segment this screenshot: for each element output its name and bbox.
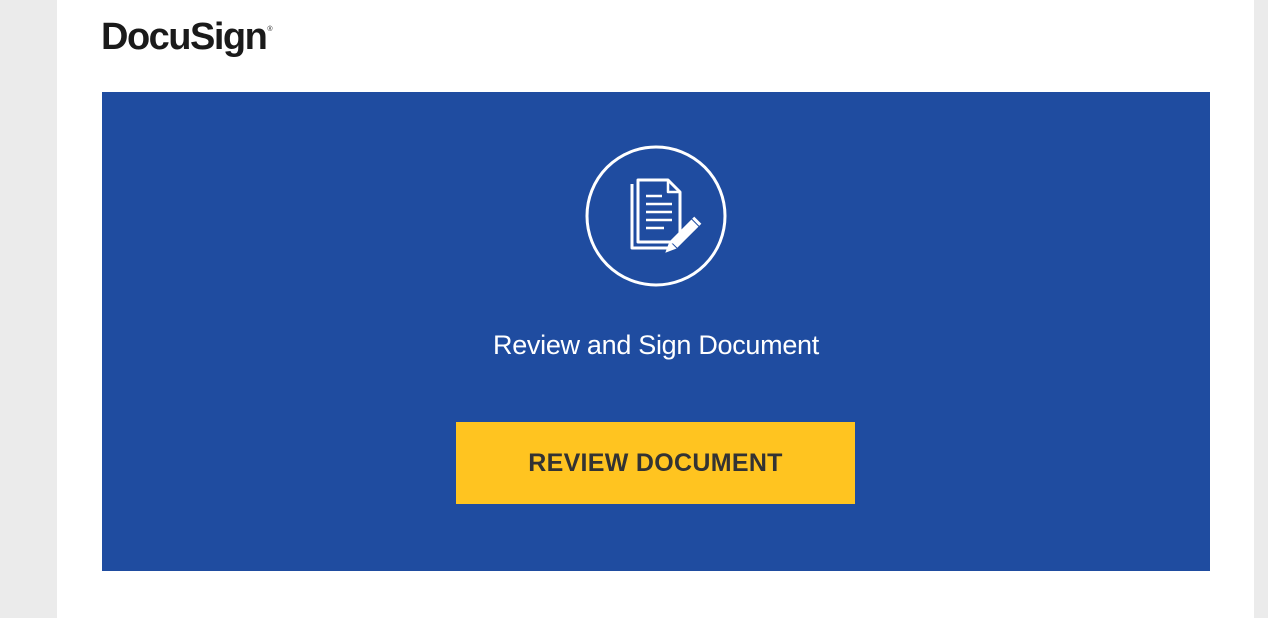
hero-title: Review and Sign Document <box>493 330 819 360</box>
review-document-button[interactable]: REVIEW DOCUMENT <box>456 422 855 504</box>
logo-text: DocuSign <box>101 16 268 58</box>
email-body: DocuSign® Review and Sign Document REVIE… <box>57 0 1254 618</box>
document-sign-icon <box>585 145 727 287</box>
docusign-logo: DocuSign® <box>101 18 273 56</box>
hero-banner: Review and Sign Document REVIEW DOCUMENT <box>102 92 1210 571</box>
trademark-mark: ® <box>267 26 273 33</box>
